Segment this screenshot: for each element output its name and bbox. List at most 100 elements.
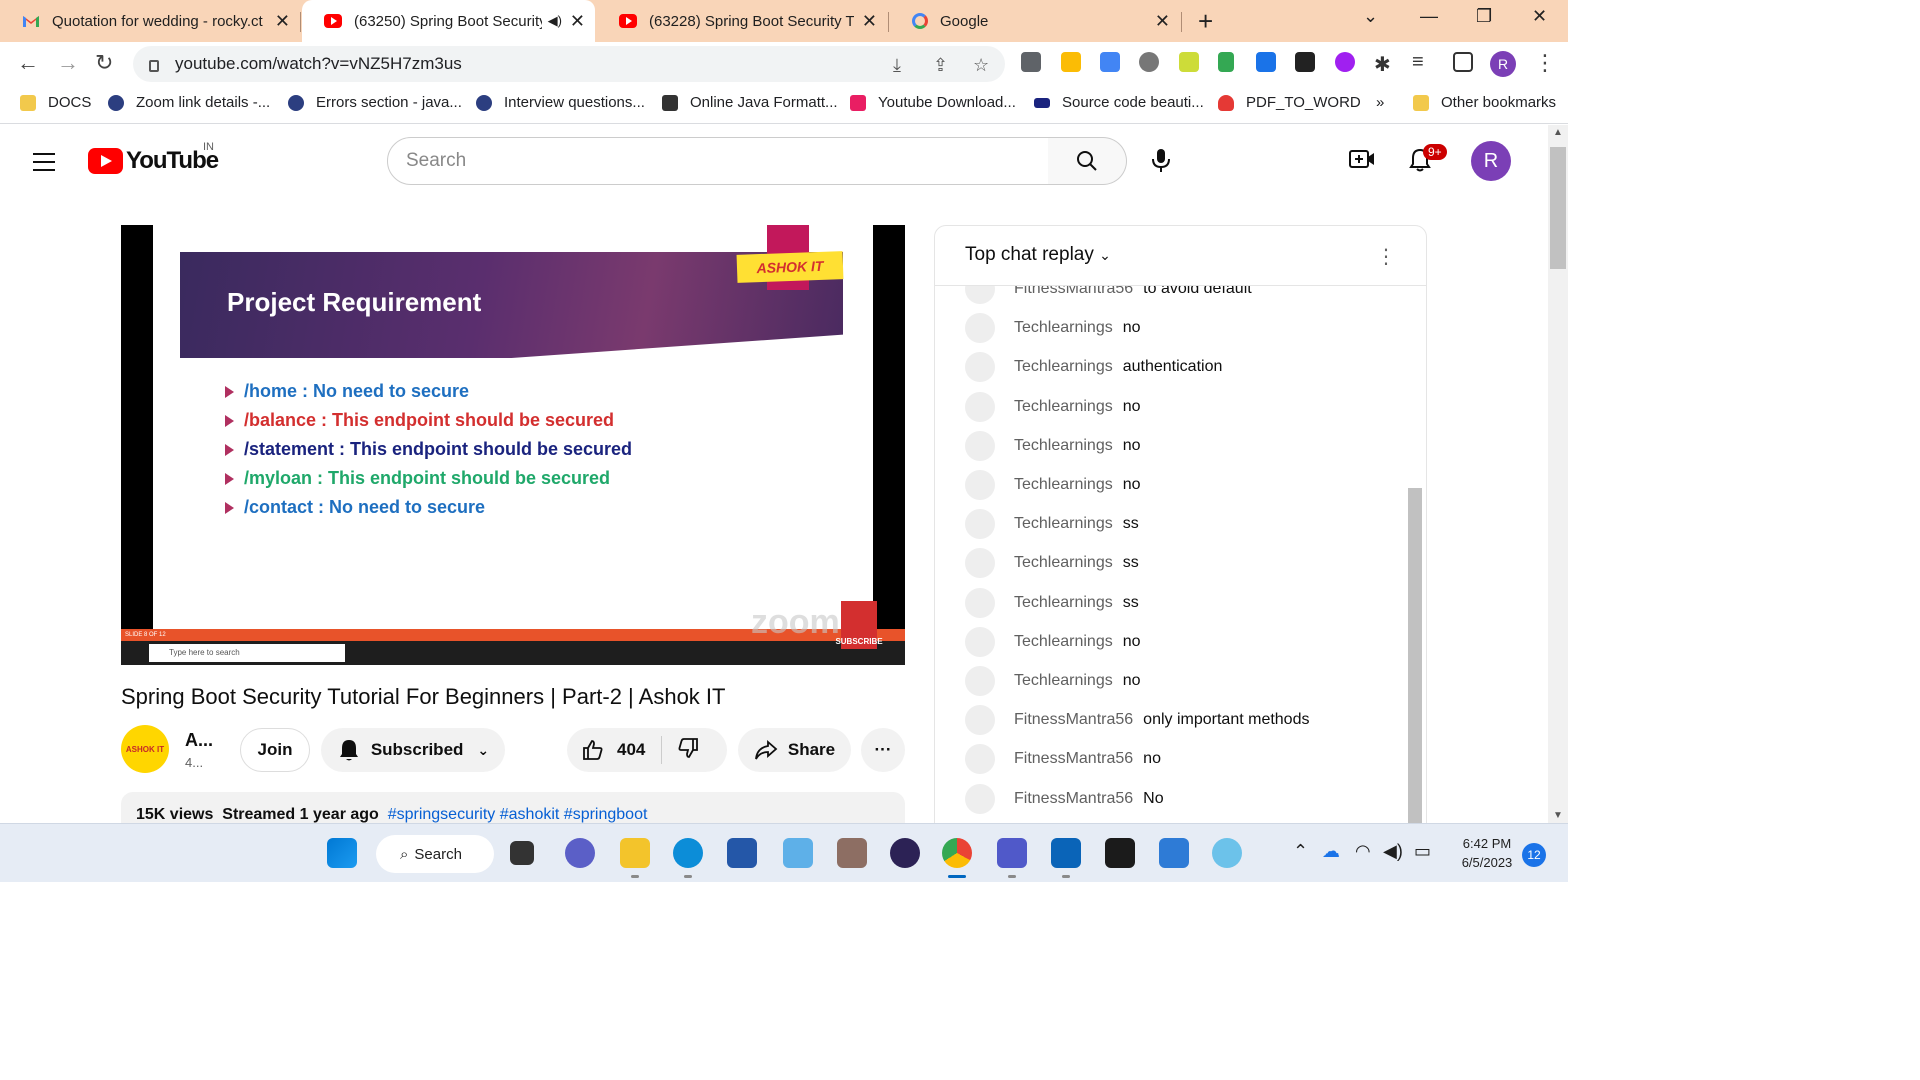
chat-author[interactable]: Techlearnings — [1014, 515, 1113, 533]
chat-author[interactable]: Techlearnings — [1014, 398, 1113, 416]
subscribed-button[interactable]: Subscribed ⌄ — [321, 728, 505, 772]
forward-icon[interactable]: → — [57, 50, 79, 76]
new-tab-icon[interactable]: + — [1198, 6, 1213, 37]
hashtags[interactable]: #springsecurity #ashokit #springboot — [388, 806, 648, 823]
bookmark-youtube-download[interactable]: Youtube Download... — [850, 94, 1016, 111]
share-button[interactable]: Share — [738, 728, 851, 772]
chat-avatar[interactable] — [965, 470, 995, 500]
chat-author[interactable]: Techlearnings — [1014, 672, 1113, 690]
tab-youtube-active[interactable]: (63250) Spring Boot Security ◀) ✕ — [302, 0, 595, 42]
bookmark-source-code[interactable]: Source code beauti... — [1034, 94, 1204, 111]
taskbar-clock[interactable]: 6:42 PM 6/5/2023 — [1452, 834, 1522, 872]
file-explorer-icon[interactable] — [620, 838, 650, 868]
chat-mode-dropdown[interactable]: Top chat replay ⌄ — [965, 244, 1111, 266]
chat-message[interactable]: FitnessMantra56 No — [965, 782, 1164, 816]
share-icon[interactable]: ⇪ — [933, 55, 948, 76]
account-avatar[interactable]: R — [1471, 141, 1511, 181]
channel-avatar[interactable]: ASHOK IT — [121, 725, 169, 773]
search-button[interactable] — [1048, 137, 1127, 185]
minimize-icon[interactable]: — — [1420, 6, 1438, 27]
close-icon[interactable]: ✕ — [1155, 11, 1170, 32]
close-icon[interactable]: ✕ — [275, 11, 290, 32]
chat-avatar[interactable] — [965, 352, 995, 383]
youtube-logo[interactable]: YouTube IN — [88, 141, 219, 175]
windows-start-icon[interactable] — [327, 838, 357, 868]
more-actions-button[interactable]: ··· — [861, 728, 905, 772]
media-icon[interactable]: ≡ — [1412, 51, 1424, 74]
chat-message[interactable]: FitnessMantra56 no — [965, 742, 1161, 776]
extension-icon[interactable] — [1295, 52, 1315, 72]
chat-scrollbar-thumb[interactable] — [1408, 488, 1422, 828]
show-hidden-icons-icon[interactable]: ⌃ — [1293, 841, 1308, 862]
back-icon[interactable]: ← — [17, 50, 39, 76]
bookmark-docs[interactable]: DOCS — [20, 94, 91, 111]
eclipse-icon[interactable] — [890, 838, 920, 868]
restore-icon[interactable]: ❐ — [1476, 6, 1492, 27]
notes-icon[interactable] — [1179, 52, 1199, 72]
store-icon[interactable] — [727, 838, 757, 868]
search-input[interactable]: Search — [387, 137, 1049, 185]
chat-message[interactable]: Techlearnings no — [965, 468, 1141, 502]
subscribe-watermark[interactable]: SUBSCRIBE — [835, 601, 883, 649]
scroll-up-icon[interactable]: ▲ — [1553, 127, 1563, 138]
paint-icon[interactable] — [1212, 838, 1242, 868]
hamburger-icon[interactable] — [33, 153, 55, 177]
chat-avatar[interactable] — [965, 313, 995, 344]
bookmark-errors[interactable]: Errors section - java... — [288, 94, 462, 111]
bookmark-interview[interactable]: Interview questions... — [476, 94, 645, 111]
tab-search-icon[interactable]: ⌄ — [1363, 6, 1378, 27]
webex-icon[interactable] — [1105, 838, 1135, 868]
chat-message[interactable]: Techlearnings ss — [965, 586, 1139, 620]
chat-message[interactable]: Techlearnings ss — [965, 546, 1139, 580]
taskbar-search[interactable]: ⌕ Search — [376, 835, 494, 873]
extension-icon[interactable] — [1335, 52, 1355, 72]
address-bar[interactable]: youtube.com/watch?v=vNZ5H7zm3us ⤓ ⇪ ☆ — [133, 46, 1005, 82]
chat-message[interactable]: FitnessMantra56 to avoid default — [965, 286, 1252, 306]
chat-message[interactable]: FitnessMantra56 only important methods — [965, 703, 1309, 737]
chat-author[interactable]: Techlearnings — [1014, 319, 1113, 337]
chat-app-icon[interactable] — [565, 838, 595, 868]
tab-google[interactable]: Google ✕ — [890, 0, 1180, 42]
scroll-down-icon[interactable]: ▼ — [1553, 810, 1563, 821]
page-scrollbar-thumb[interactable] — [1550, 147, 1566, 269]
extension-icon[interactable] — [1218, 52, 1234, 72]
puzzle-icon[interactable]: ✱ — [1374, 52, 1391, 77]
channel-name[interactable]: A... — [185, 730, 213, 751]
profile-avatar[interactable]: R — [1490, 51, 1516, 77]
speaker-icon[interactable]: ◀) — [548, 13, 562, 29]
chat-author[interactable]: Techlearnings — [1014, 633, 1113, 651]
chat-avatar[interactable] — [965, 666, 995, 696]
bookmark-java-formatter[interactable]: Online Java Formatt... — [662, 94, 838, 111]
star-icon[interactable]: ☆ — [973, 55, 989, 76]
tab-gmail[interactable]: Quotation for wedding - rocky.ct ✕ — [0, 0, 300, 42]
reload-icon[interactable]: ↻ — [95, 50, 113, 76]
tab-youtube[interactable]: (63228) Spring Boot Security Tuto ✕ — [597, 0, 887, 42]
chat-message[interactable]: Techlearnings no — [965, 664, 1141, 698]
install-icon[interactable]: ⤓ — [893, 55, 901, 76]
chat-avatar[interactable] — [965, 548, 995, 579]
chat-author[interactable]: FitnessMantra56 — [1014, 790, 1133, 808]
extension-icon[interactable] — [1061, 52, 1081, 72]
extension-icon[interactable] — [1021, 52, 1041, 72]
extension-icon[interactable] — [1139, 52, 1159, 72]
teams-icon[interactable] — [997, 838, 1027, 868]
chat-author[interactable]: FitnessMantra56 — [1014, 286, 1133, 298]
sidebar-icon[interactable] — [1453, 52, 1473, 72]
close-window-icon[interactable]: ✕ — [1532, 6, 1547, 27]
video-player[interactable]: ASHOK IT Project Requirement /home : No … — [121, 225, 905, 665]
join-button[interactable]: Join — [240, 728, 310, 772]
chat-author[interactable]: Techlearnings — [1014, 554, 1113, 572]
translate-icon[interactable] — [1100, 52, 1120, 72]
chat-author[interactable]: Techlearnings — [1014, 594, 1113, 612]
like-button[interactable]: 404 — [567, 736, 663, 764]
close-icon[interactable]: ✕ — [570, 11, 585, 32]
chat-avatar[interactable] — [965, 286, 995, 304]
photos-icon[interactable] — [783, 838, 813, 868]
menu-icon[interactable]: ⋮ — [1534, 50, 1556, 76]
more-bookmarks-button[interactable]: » — [1376, 94, 1384, 111]
chat-avatar[interactable] — [965, 744, 995, 775]
chat-avatar[interactable] — [965, 587, 995, 618]
image-viewer-icon[interactable] — [1159, 838, 1189, 868]
chat-message[interactable]: Techlearnings ss — [965, 507, 1139, 541]
chat-author[interactable]: FitnessMantra56 — [1014, 750, 1133, 768]
